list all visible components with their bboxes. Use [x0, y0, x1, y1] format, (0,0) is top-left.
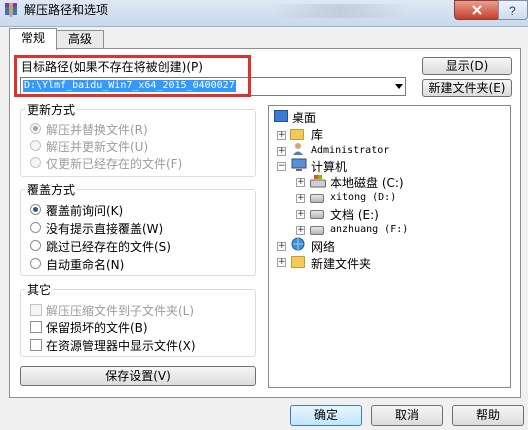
radio-overwrite-silent-label: 没有提示直接覆盖(W): [46, 222, 164, 236]
title-bar: 解压路径和选项 ?: [0, 0, 528, 27]
checkbox-show-in-explorer[interactable]: [30, 339, 42, 351]
window-title: 解压路径和选项: [24, 3, 109, 17]
tree-item-network[interactable]: 网络: [311, 238, 335, 255]
question-icon: ?: [509, 4, 516, 18]
dropdown-arrow-icon[interactable]: [395, 84, 403, 89]
winrar-app-icon: [5, 3, 17, 17]
expand-drive-f-icon[interactable]: +: [296, 226, 305, 235]
help-button[interactable]: 帮助: [452, 405, 524, 426]
drive-icon: [310, 210, 324, 219]
checkbox-extract-subfolder[interactable]: [30, 304, 42, 316]
radio-ask-before[interactable]: [30, 204, 41, 215]
show-button[interactable]: 显示(D): [422, 57, 512, 75]
expand-drive-d-icon[interactable]: +: [296, 194, 305, 203]
computer-icon: [291, 158, 307, 171]
drive-icon: [310, 226, 324, 235]
tree-item-drive-f[interactable]: anzhuang (F:): [330, 224, 408, 235]
highlight-box: [14, 55, 251, 97]
tree-item-drive-d[interactable]: xitong (D:): [330, 192, 396, 203]
checkbox-show-in-explorer-label: 在资源管理器中显示文件(X): [46, 339, 196, 353]
title-help-button[interactable]: ?: [498, 0, 528, 20]
blurred-area: [270, 4, 410, 18]
expand-new-folder-icon[interactable]: +: [277, 258, 286, 267]
radio-extract-update-label: 解压并更新文件(U): [46, 140, 149, 154]
update-mode-title: 更新方式: [25, 101, 78, 118]
misc-title: 其它: [25, 281, 54, 298]
radio-fresh-existing[interactable]: [30, 157, 41, 168]
svg-text:?: ?: [509, 4, 516, 18]
tree-item-drive-c[interactable]: 本地磁盘 (C:): [330, 174, 404, 191]
radio-extract-update[interactable]: [30, 140, 41, 151]
expand-drive-e-icon[interactable]: +: [296, 210, 305, 219]
radio-auto-rename-label: 自动重命名(N): [46, 258, 125, 272]
library-icon: [290, 129, 304, 140]
radio-skip-existing[interactable]: [30, 240, 41, 251]
tree-item-desktop[interactable]: 桌面: [292, 109, 316, 126]
ok-button[interactable]: 确定: [290, 405, 362, 426]
close-icon: [472, 5, 482, 15]
tree-item-new-folder[interactable]: 新建文件夹: [311, 255, 371, 272]
new-folder-button[interactable]: 新建文件夹(E): [422, 79, 512, 97]
tab-general[interactable]: 常规: [9, 28, 57, 50]
tree-item-library[interactable]: 库: [311, 126, 323, 143]
radio-extract-replace[interactable]: [30, 123, 41, 134]
radio-fresh-existing-label: 仅更新已经存在的文件(F): [46, 157, 183, 171]
overwrite-mode-title: 覆盖方式: [25, 181, 78, 198]
user-icon: [293, 143, 303, 155]
cancel-button[interactable]: 取消: [371, 405, 443, 426]
folder-icon: [291, 256, 305, 268]
tree-item-drive-e[interactable]: 文档 (E:): [330, 206, 379, 223]
tree-item-administrator[interactable]: Administrator: [311, 145, 389, 156]
desktop-icon: [274, 110, 288, 122]
radio-ask-before-label: 覆盖前询问(K): [46, 204, 124, 218]
close-button[interactable]: [454, 0, 500, 20]
expand-library-icon[interactable]: +: [277, 131, 286, 140]
checkbox-keep-broken[interactable]: [30, 321, 42, 333]
save-settings-button[interactable]: 保存设置(V): [20, 366, 256, 386]
radio-auto-rename[interactable]: [30, 258, 41, 269]
radio-extract-replace-label: 解压并替换文件(R): [46, 123, 148, 137]
checkbox-extract-subfolder-label: 解压压缩文件到子文件夹(L): [46, 304, 195, 318]
network-icon: [291, 237, 305, 251]
collapse-computer-icon[interactable]: −: [277, 162, 286, 171]
radio-skip-existing-label: 跳过已经存在的文件(S): [46, 240, 171, 254]
tree-item-computer[interactable]: 计算机: [311, 158, 347, 175]
tab-advanced[interactable]: 高级: [56, 30, 104, 49]
checkbox-keep-broken-label: 保留损坏的文件(B): [46, 321, 148, 335]
drive-icon: [310, 194, 324, 203]
expand-network-icon[interactable]: +: [277, 242, 286, 251]
radio-overwrite-silent[interactable]: [30, 222, 41, 233]
expand-user-icon[interactable]: +: [277, 147, 286, 156]
expand-drive-c-icon[interactable]: +: [296, 178, 305, 187]
windows-drive-icon: [310, 175, 326, 188]
